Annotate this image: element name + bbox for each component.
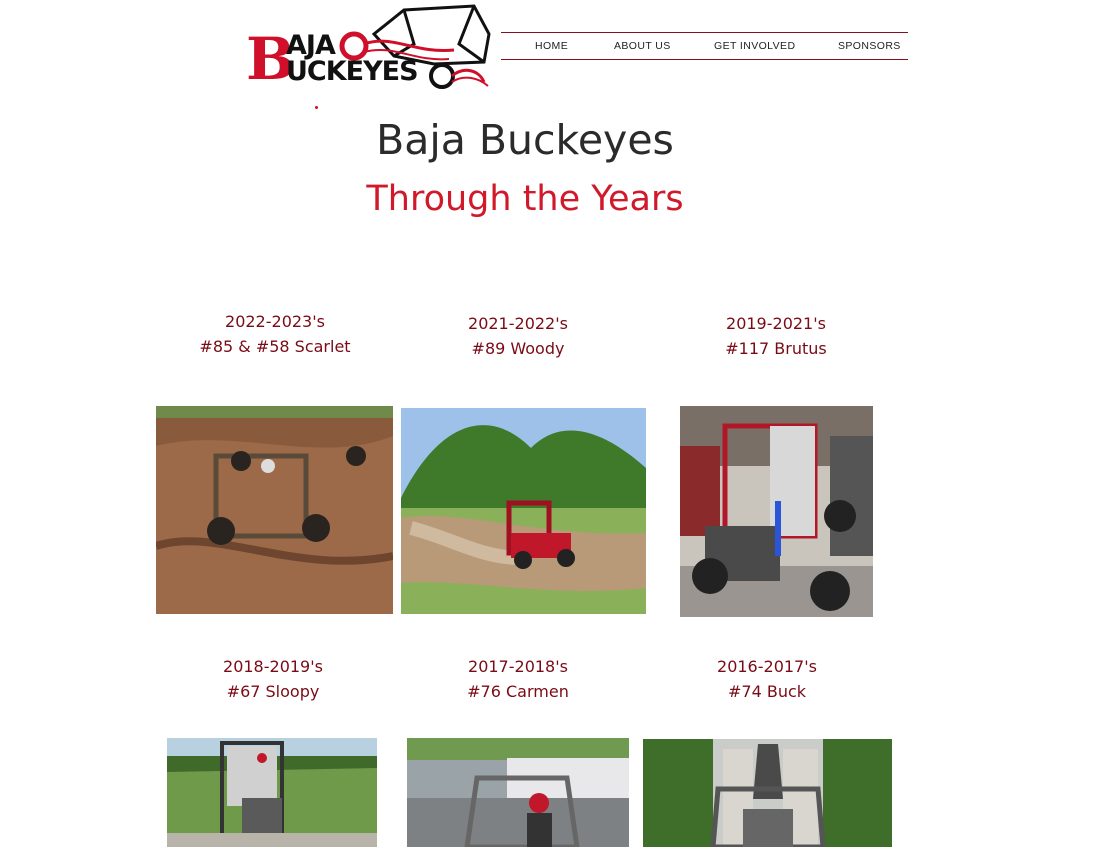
logo-text-uckeyes: UCKEYES: [286, 56, 419, 87]
car-caption: 2021-2022's #89 Woody: [418, 311, 618, 361]
car-years: 2019-2021's: [726, 314, 826, 333]
car-caption: 2017-2018's #76 Carmen: [418, 654, 618, 704]
car-caption: 2016-2017's #74 Buck: [667, 654, 867, 704]
car-years: 2021-2022's: [468, 314, 568, 333]
car-photo-scarlet[interactable]: [156, 406, 393, 614]
nav-sponsors[interactable]: SPONSORS: [838, 40, 901, 52]
nav-get-involved[interactable]: GET INVOLVED: [714, 40, 795, 52]
page-subtitle: Through the Years: [366, 179, 684, 219]
car-name: #117 Brutus: [725, 339, 827, 358]
car-years: 2017-2018's: [468, 657, 568, 676]
car-name: #67 Sloopy: [226, 682, 320, 701]
car-photo-sloopy[interactable]: [167, 738, 377, 847]
logo-dot: [315, 106, 318, 109]
car-name: #85 & #58 Scarlet: [199, 337, 351, 356]
car-caption: 2019-2021's #117 Brutus: [676, 311, 876, 361]
car-photo-brutus[interactable]: [680, 406, 873, 617]
car-caption: 2022-2023's #85 & #58 Scarlet: [175, 309, 375, 359]
car-photo-woody[interactable]: [401, 408, 646, 614]
car-years: 2016-2017's: [717, 657, 817, 676]
car-photo-carmen[interactable]: [407, 738, 629, 847]
car-name: #74 Buck: [727, 682, 807, 701]
car-name: #76 Carmen: [467, 682, 569, 701]
car-photo-buck[interactable]: [643, 739, 892, 847]
nav-home[interactable]: HOME: [535, 40, 568, 52]
logo-text-aja: AJA: [286, 30, 336, 61]
car-name: #89 Woody: [471, 339, 565, 358]
car-years: 2018-2019's: [223, 657, 323, 676]
page-title: Baja Buckeyes: [376, 116, 674, 164]
car-caption: 2018-2019's #67 Sloopy: [173, 654, 373, 704]
nav-about-us[interactable]: ABOUT US: [614, 40, 671, 52]
baja-buckeyes-logo[interactable]: B AJA UCKEYES: [244, 4, 494, 96]
car-years: 2022-2023's: [225, 312, 325, 331]
main-nav: HOME ABOUT US GET INVOLVED SPONSORS: [501, 32, 908, 60]
